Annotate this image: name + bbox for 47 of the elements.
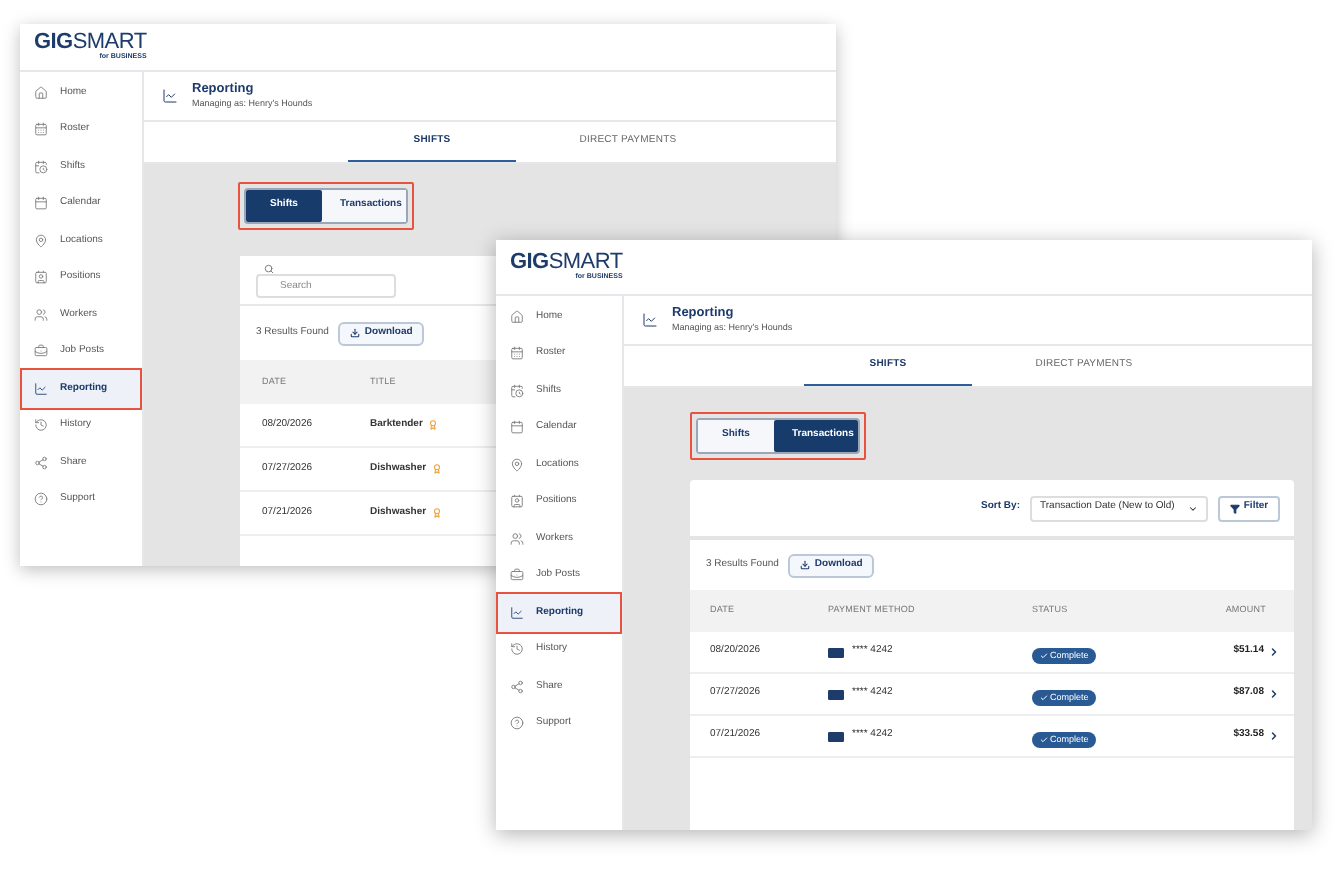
credit-card-icon xyxy=(828,647,844,657)
line-chart-icon xyxy=(642,312,658,328)
logo-bold-text: GIG xyxy=(510,252,549,275)
line-chart-icon xyxy=(34,381,48,396)
calendar-icon xyxy=(34,196,48,211)
contact-card-icon xyxy=(34,270,48,285)
calendar-grid-icon xyxy=(510,346,524,361)
award-icon xyxy=(428,420,439,430)
line-chart-icon xyxy=(162,88,178,104)
chevron-down-icon xyxy=(1188,503,1198,513)
people-icon xyxy=(34,307,48,322)
history-icon xyxy=(34,418,48,433)
credit-card-icon xyxy=(828,689,844,699)
map-pin-icon xyxy=(34,233,48,248)
chevron-right-icon[interactable] xyxy=(1268,730,1280,742)
search-icon xyxy=(264,263,274,273)
house-icon xyxy=(34,85,48,100)
share-icon xyxy=(510,679,524,694)
chevron-right-icon[interactable] xyxy=(1268,646,1280,658)
chevron-right-icon[interactable] xyxy=(1268,688,1280,700)
briefcase-icon xyxy=(34,344,48,359)
download-icon xyxy=(350,328,361,338)
calendar-clock-icon xyxy=(510,383,524,398)
house-icon xyxy=(510,309,524,324)
help-icon xyxy=(34,492,48,507)
check-icon xyxy=(1040,694,1048,702)
check-icon xyxy=(1040,736,1048,744)
contact-card-icon xyxy=(510,494,524,509)
award-icon xyxy=(432,508,443,518)
logo-light-text: SMART xyxy=(72,32,147,55)
map-pin-icon xyxy=(510,457,524,472)
share-icon xyxy=(34,455,48,470)
line-chart-icon xyxy=(510,605,524,620)
calendar-icon xyxy=(510,420,524,435)
people-icon xyxy=(510,531,524,546)
download-icon xyxy=(800,560,811,570)
help-icon xyxy=(510,716,524,731)
credit-card-icon xyxy=(828,731,844,741)
award-icon xyxy=(432,464,443,474)
filter-icon xyxy=(1229,503,1240,513)
logo-bold-text: GIG xyxy=(34,32,73,55)
check-icon xyxy=(1040,652,1048,660)
calendar-clock-icon xyxy=(34,159,48,174)
history-icon xyxy=(510,642,524,657)
briefcase-icon xyxy=(510,568,524,583)
logo-light-text: SMART xyxy=(548,252,623,275)
calendar-grid-icon xyxy=(34,122,48,137)
